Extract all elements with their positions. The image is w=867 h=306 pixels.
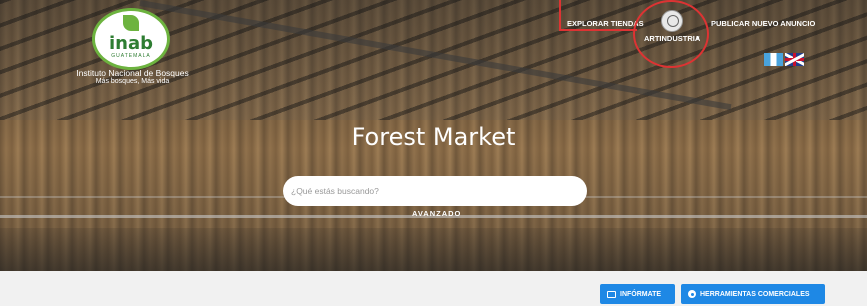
org-tagline: Más bosques, Más vida xyxy=(95,78,170,85)
logo-word: inab xyxy=(108,33,153,54)
gear-icon xyxy=(688,290,696,298)
highlight-line xyxy=(559,0,561,30)
page-title: Forest Market xyxy=(351,123,516,151)
language-flags xyxy=(764,53,804,66)
informate-label: INFÓRMATE xyxy=(620,290,662,298)
newspaper-icon xyxy=(607,290,616,298)
commercial-tools-label: HERRAMIENTAS COMERCIALES xyxy=(700,290,810,298)
search-input[interactable] xyxy=(283,176,587,206)
caret-down-icon[interactable]: ▾ xyxy=(696,34,700,42)
leaf-icon xyxy=(123,15,139,31)
commercial-tools-button[interactable]: HERRAMIENTAS COMERCIALES xyxy=(681,284,825,304)
advanced-search-link[interactable]: AVANZADO xyxy=(412,209,461,218)
org-name: Instituto Nacional de Bosques xyxy=(76,68,189,78)
user-avatar[interactable] xyxy=(661,10,683,32)
hero-banner: inab GUATEMALA Instituto Nacional de Bos… xyxy=(0,0,867,271)
informate-button[interactable]: INFÓRMATE xyxy=(600,284,675,304)
guatemala-flag-icon[interactable] xyxy=(764,53,783,66)
logo-subword: GUATEMALA xyxy=(111,53,151,59)
user-menu[interactable]: ARTINDUSTRIA xyxy=(644,34,700,43)
uk-flag-icon[interactable] xyxy=(785,53,804,66)
warehouse-floor xyxy=(0,228,867,271)
explore-stores-link[interactable]: EXPLORAR TIENDAS xyxy=(567,19,644,28)
highlight-line xyxy=(559,29,637,31)
publish-ad-link[interactable]: PUBLICAR NUEVO ANUNCIO xyxy=(711,19,815,28)
inab-logo[interactable]: inab GUATEMALA xyxy=(92,8,170,70)
